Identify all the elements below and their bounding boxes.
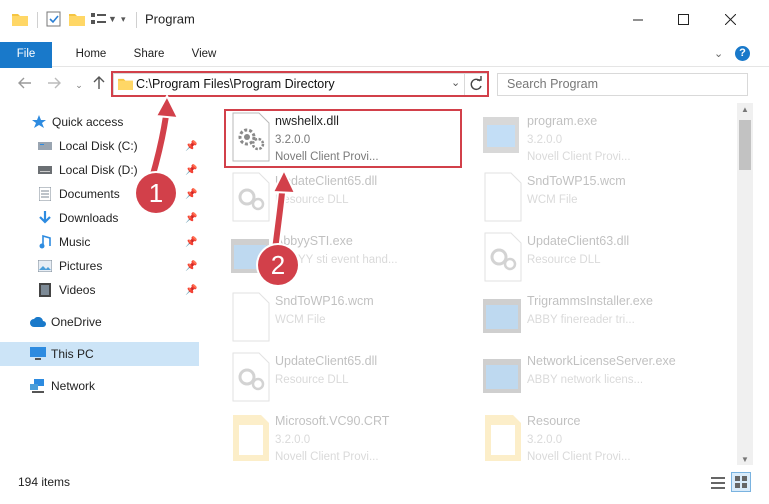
step-callout-1: 1 <box>136 173 176 213</box>
explorer-window: ▼ ▾ Program File Home Share View ⌄ ? ⌄ C… <box>0 0 769 504</box>
annotation-arrows <box>147 93 297 251</box>
step-callout-2: 2 <box>258 245 298 285</box>
